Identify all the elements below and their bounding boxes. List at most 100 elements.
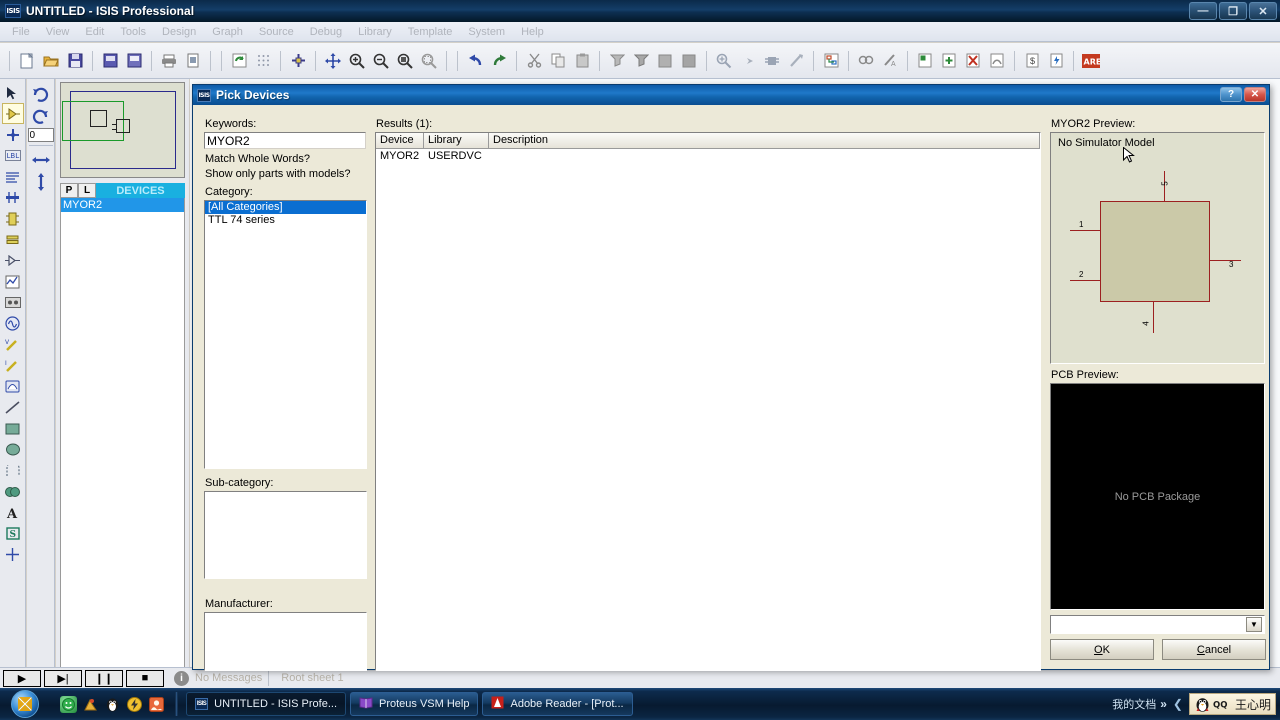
- results-table[interactable]: Device Library Description MYOR2 USERDVC: [375, 132, 1041, 671]
- table-row[interactable]: MYOR2 USERDVC: [376, 149, 1040, 164]
- 2d-marker-icon[interactable]: [2, 544, 24, 565]
- play-button[interactable]: ▶: [3, 669, 41, 687]
- import-section-icon[interactable]: [99, 50, 121, 72]
- terminals-mode-icon[interactable]: [2, 229, 24, 250]
- export-section-icon[interactable]: [123, 50, 145, 72]
- maximize-button[interactable]: ❐: [1219, 2, 1247, 20]
- property-assign-icon[interactable]: A: [879, 50, 901, 72]
- menu-item-file[interactable]: File: [4, 24, 38, 40]
- zoom-in-icon[interactable]: [346, 50, 368, 72]
- task-vsm-help[interactable]: Proteus VSM Help: [350, 692, 479, 716]
- media-player-icon[interactable]: [82, 696, 99, 713]
- object-selector-list[interactable]: MYOR2: [60, 198, 185, 720]
- block-delete-icon[interactable]: [678, 50, 700, 72]
- chevron-down-icon[interactable]: ▼: [1246, 617, 1262, 632]
- stop-button[interactable]: ■: [126, 669, 164, 687]
- qq-text-icon[interactable]: QQ: [1213, 696, 1230, 713]
- pan-icon[interactable]: [322, 50, 344, 72]
- zoom-all-icon[interactable]: [394, 50, 416, 72]
- menu-item-design[interactable]: Design: [154, 24, 204, 40]
- mirror-x-icon[interactable]: [29, 149, 53, 171]
- menu-item-view[interactable]: View: [38, 24, 78, 40]
- redo-icon[interactable]: [488, 50, 510, 72]
- open-folder-icon[interactable]: [40, 50, 62, 72]
- menu-item-help[interactable]: Help: [513, 24, 552, 40]
- subcircuit-mode-icon[interactable]: [2, 208, 24, 229]
- 2d-line-icon[interactable]: [2, 397, 24, 418]
- pick-device-icon[interactable]: [713, 50, 735, 72]
- 2d-circle-icon[interactable]: [2, 439, 24, 460]
- tray-documents-label[interactable]: 我的文档: [1112, 696, 1156, 712]
- sub-category-list[interactable]: [204, 491, 367, 579]
- start-orb-circle[interactable]: [11, 690, 39, 718]
- step-button[interactable]: ▶|: [44, 669, 82, 687]
- category-list[interactable]: [All Categories] TTL 74 series: [204, 200, 367, 469]
- voltage-probe-mode-icon[interactable]: V: [2, 334, 24, 355]
- print-region-icon[interactable]: [182, 50, 204, 72]
- help-button[interactable]: ?: [1220, 87, 1242, 102]
- category-item-all[interactable]: [All Categories]: [205, 201, 366, 214]
- device-pins-mode-icon[interactable]: [2, 250, 24, 271]
- paste-icon[interactable]: [571, 50, 593, 72]
- menu-item-system[interactable]: System: [460, 24, 513, 40]
- qq-logo-icon[interactable]: [1194, 696, 1211, 713]
- ok-button[interactable]: OK: [1050, 639, 1154, 660]
- remove-sheet-icon[interactable]: [962, 50, 984, 72]
- hierarchy-icon[interactable]: [820, 50, 842, 72]
- results-column-device[interactable]: Device: [376, 133, 424, 149]
- packaging-tool-icon[interactable]: [761, 50, 783, 72]
- menu-item-source[interactable]: Source: [251, 24, 302, 40]
- rotate-ccw-icon[interactable]: [29, 105, 53, 127]
- print-icon[interactable]: [158, 50, 180, 72]
- photo-viewer-icon[interactable]: [148, 696, 165, 713]
- text-script-mode-icon[interactable]: [2, 166, 24, 187]
- task-adobe-reader[interactable]: Adobe Reader - [Prot...: [482, 692, 633, 716]
- 2d-text-icon[interactable]: A: [2, 502, 24, 523]
- rotation-input[interactable]: [27, 128, 54, 142]
- qq-penguin-icon[interactable]: [104, 696, 121, 713]
- tray-expand-icon[interactable]: »: [1160, 697, 1167, 711]
- rotate-cw-icon[interactable]: [29, 83, 53, 105]
- 2d-path-icon[interactable]: [2, 481, 24, 502]
- zoom-out-icon[interactable]: [370, 50, 392, 72]
- ime-label[interactable]: 王心明: [1235, 696, 1271, 713]
- menu-item-debug[interactable]: Debug: [302, 24, 350, 40]
- origin-icon[interactable]: [287, 50, 309, 72]
- copy-icon[interactable]: [547, 50, 569, 72]
- overview-window[interactable]: [60, 82, 185, 178]
- 2d-arc-icon[interactable]: [2, 460, 24, 481]
- keywords-input[interactable]: [204, 132, 366, 149]
- design-explorer-icon[interactable]: [914, 50, 936, 72]
- ime-language-bar[interactable]: QQ 王心明: [1188, 693, 1276, 715]
- close-icon[interactable]: ✕: [1244, 87, 1266, 102]
- new-file-icon[interactable]: [16, 50, 38, 72]
- property-search-icon[interactable]: [855, 50, 877, 72]
- bill-of-materials-icon[interactable]: $: [1021, 50, 1043, 72]
- 2d-symbol-icon[interactable]: S: [2, 523, 24, 544]
- virtual-instrument-mode-icon[interactable]: [2, 376, 24, 397]
- block-copy-icon[interactable]: [606, 50, 628, 72]
- selection-mode-icon[interactable]: [2, 82, 24, 103]
- electrical-rules-icon[interactable]: [1045, 50, 1067, 72]
- ares-icon[interactable]: ARES: [1080, 50, 1102, 72]
- start-orb-icon[interactable]: [2, 689, 48, 719]
- package-combo[interactable]: ▼: [1050, 615, 1265, 634]
- column-p[interactable]: P: [60, 183, 78, 198]
- tray-chevron-icon[interactable]: ❮: [1173, 697, 1183, 711]
- results-column-description[interactable]: Description: [489, 133, 1040, 149]
- menu-item-edit[interactable]: Edit: [77, 24, 112, 40]
- generator-mode-icon[interactable]: [2, 313, 24, 334]
- cut-icon[interactable]: [523, 50, 545, 72]
- save-icon[interactable]: [64, 50, 86, 72]
- buses-mode-icon[interactable]: [2, 187, 24, 208]
- menu-item-template[interactable]: Template: [400, 24, 461, 40]
- msn-messenger-icon[interactable]: [60, 695, 77, 713]
- minimize-button[interactable]: —: [1189, 2, 1217, 20]
- grid-icon[interactable]: [252, 50, 274, 72]
- 2d-box-icon[interactable]: [2, 418, 24, 439]
- menu-item-library[interactable]: Library: [350, 24, 400, 40]
- block-move-icon[interactable]: [630, 50, 652, 72]
- wire-label-mode-icon[interactable]: LBL: [2, 145, 24, 166]
- menu-item-graph[interactable]: Graph: [204, 24, 251, 40]
- pause-button[interactable]: ❙❙: [85, 669, 123, 687]
